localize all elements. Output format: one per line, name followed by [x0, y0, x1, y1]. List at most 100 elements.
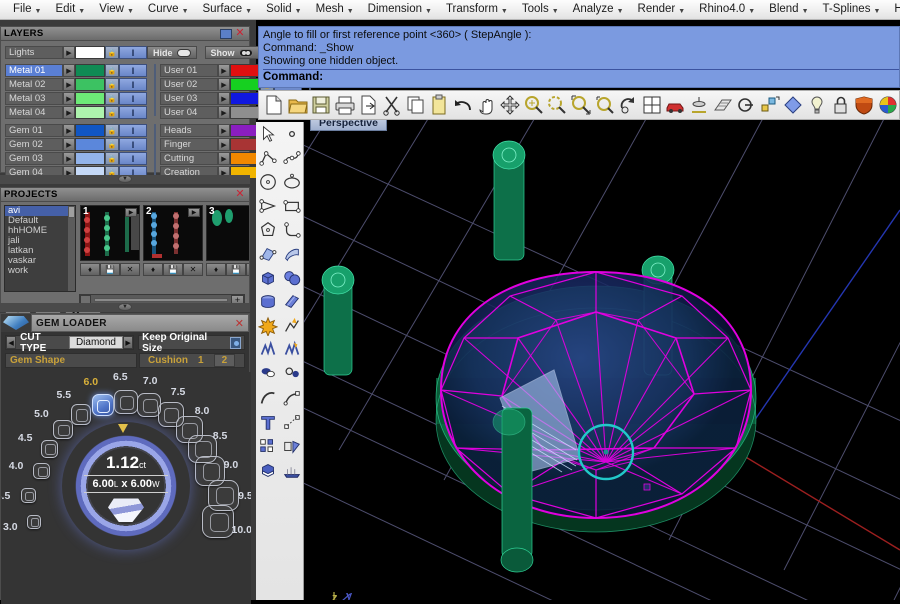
zoom-selected-icon[interactable]	[593, 93, 616, 117]
gem-size-label[interactable]: 9.0	[224, 459, 239, 471]
arc-center-icon[interactable]	[735, 93, 758, 117]
layer-color-swatch[interactable]	[75, 92, 105, 105]
lock-icon[interactable]: 🔒	[105, 78, 119, 91]
chevron-right-icon[interactable]: ▶	[218, 64, 230, 77]
project-thumbnail[interactable]: 3▶ ♦💾✕	[206, 205, 249, 292]
menu-blend[interactable]: Blend ▼	[762, 1, 815, 18]
gem-size-option[interactable]	[33, 462, 50, 480]
collapse-knob-icon-2[interactable]: ▼	[118, 303, 132, 311]
command-area[interactable]: Angle to fill or first reference point <…	[258, 26, 900, 88]
command-prompt[interactable]: Command:	[263, 71, 899, 83]
layer-on-toggle[interactable]: I	[119, 46, 147, 59]
lock-icon[interactable]: 🔒	[105, 92, 119, 105]
curve-through-points-icon[interactable]	[256, 194, 280, 218]
layer-on-toggle[interactable]: I	[119, 152, 147, 165]
layer-color-swatch[interactable]	[75, 124, 105, 137]
page-current[interactable]: 1	[198, 355, 204, 366]
layer-name[interactable]: User 03	[160, 92, 218, 105]
slider-track[interactable]	[94, 298, 228, 302]
gem-size-selector[interactable]: 3.0 3.5 4.0 4.55.0 5.5 6.0 6.5 7.0 7.5 8.0 8.5 9.0 9…	[1, 372, 251, 604]
layer-row-gem-03[interactable]: Gem 03 ▶ 🔒 I	[5, 152, 147, 165]
cut-scissors-icon[interactable]	[381, 93, 404, 117]
hide-button[interactable]: Hide	[147, 46, 197, 59]
layer-on-toggle[interactable]: I	[119, 124, 147, 137]
load-icon[interactable]: ♦	[143, 263, 163, 276]
undo-icon[interactable]	[452, 93, 475, 117]
gem-size-label[interactable]: 4.5	[18, 432, 33, 444]
car-render-icon[interactable]	[664, 93, 687, 117]
viewport-label[interactable]: Perspective	[310, 120, 387, 131]
copy-icon[interactable]	[405, 93, 428, 117]
projects-list[interactable]: avi Default hhHOME jali latkan vaskar work	[4, 205, 76, 292]
new-file-icon[interactable]	[263, 93, 286, 117]
gem-size-option[interactable]	[26, 514, 41, 529]
point-icon[interactable]	[280, 122, 304, 146]
control-point-curve-icon[interactable]	[280, 146, 304, 170]
grid-plane-icon[interactable]	[711, 93, 734, 117]
two-point-circle-icon[interactable]	[280, 362, 304, 386]
layers-scrollbar-left-2[interactable]	[154, 124, 156, 176]
layer-on-toggle[interactable]: I	[119, 138, 147, 151]
curve-blend-icon[interactable]	[256, 386, 280, 410]
explode-star-icon[interactable]	[256, 314, 280, 338]
close-icon[interactable]: ✕	[234, 188, 246, 200]
arc-corner-icon[interactable]	[280, 218, 304, 242]
menu-t-splines[interactable]: T-Splines ▼	[816, 1, 888, 18]
layer-color-swatch[interactable]	[75, 64, 105, 77]
gem-size-option[interactable]	[114, 390, 138, 414]
sphere-solid-icon[interactable]	[280, 266, 304, 290]
layer-color-swatch[interactable]	[230, 92, 260, 105]
layer-color-swatch[interactable]	[230, 106, 260, 119]
sweep-surface-icon[interactable]	[280, 242, 304, 266]
chevron-right-icon[interactable]: ▶	[63, 152, 75, 165]
lock-icon[interactable]: 🔒	[105, 46, 119, 59]
layer-row-metal-02[interactable]: Metal 02 ▶ 🔒 I	[5, 78, 147, 91]
gem-size-option[interactable]	[91, 394, 114, 417]
boolean-split-icon[interactable]	[256, 338, 280, 362]
shade-diamond-icon[interactable]	[782, 93, 805, 117]
gem-size-label[interactable]: 6.0	[84, 376, 99, 388]
lock-icon[interactable]: 🔒	[105, 106, 119, 119]
menu-render[interactable]: Render ▼	[631, 1, 693, 18]
cylinder-solid-icon[interactable]	[256, 290, 280, 314]
perspective-viewport[interactable]: Perspective z	[304, 120, 900, 600]
panel-divider-2[interactable]: ▼	[0, 303, 250, 312]
delete-icon[interactable]: ✕	[183, 263, 203, 276]
menu-mesh[interactable]: Mesh ▼	[309, 1, 361, 18]
thumbnail-image[interactable]: 3▶	[206, 205, 249, 261]
rotate-view-icon[interactable]	[617, 93, 640, 117]
menu-solid[interactable]: Solid ▼	[259, 1, 309, 18]
save-icon[interactable]: 💾	[226, 263, 246, 276]
lamp-light-icon[interactable]	[688, 93, 711, 117]
delete-icon[interactable]: ✕	[120, 263, 140, 276]
box-solid-icon[interactable]	[256, 266, 280, 290]
dot-half-icon[interactable]	[256, 362, 280, 386]
layer-color-swatch[interactable]	[230, 64, 260, 77]
layer-name[interactable]: Metal 01	[5, 64, 63, 77]
chevron-right-icon[interactable]: ▶	[122, 336, 134, 349]
gem-size-label[interactable]: 3.5	[1, 490, 10, 502]
menu-view[interactable]: View ▼	[92, 1, 141, 18]
lock-icon[interactable]: 🔒	[105, 138, 119, 151]
four-view-icon[interactable]	[641, 93, 664, 117]
layer-color-swatch[interactable]	[75, 106, 105, 119]
panel-divider-1[interactable]: ▼	[0, 175, 250, 184]
color-wheel-icon[interactable]	[876, 93, 899, 117]
layer-color-swatch[interactable]	[230, 78, 260, 91]
load-icon[interactable]: ♦	[80, 263, 100, 276]
menu-tools[interactable]: Tools ▼	[515, 1, 566, 18]
minimize-icon[interactable]	[220, 28, 232, 39]
gem-size-label[interactable]: 7.5	[171, 386, 186, 398]
show-button[interactable]: Show	[204, 46, 259, 59]
layer-name[interactable]: User 04	[160, 106, 218, 119]
curve-edit-icon[interactable]	[280, 386, 304, 410]
load-icon[interactable]: ♦	[206, 263, 226, 276]
chevron-right-icon[interactable]: ▶	[218, 92, 230, 105]
gem-size-label[interactable]: 8.5	[213, 430, 228, 442]
polyline-icon[interactable]	[256, 146, 280, 170]
menu-rhino4-0[interactable]: Rhino4.0 ▼	[692, 1, 762, 18]
ellipse-icon[interactable]	[280, 170, 304, 194]
chevron-right-icon[interactable]: ▶	[63, 78, 75, 91]
layer-name[interactable]: Heads	[160, 124, 218, 137]
layer-name[interactable]: Gem 01	[5, 124, 63, 137]
